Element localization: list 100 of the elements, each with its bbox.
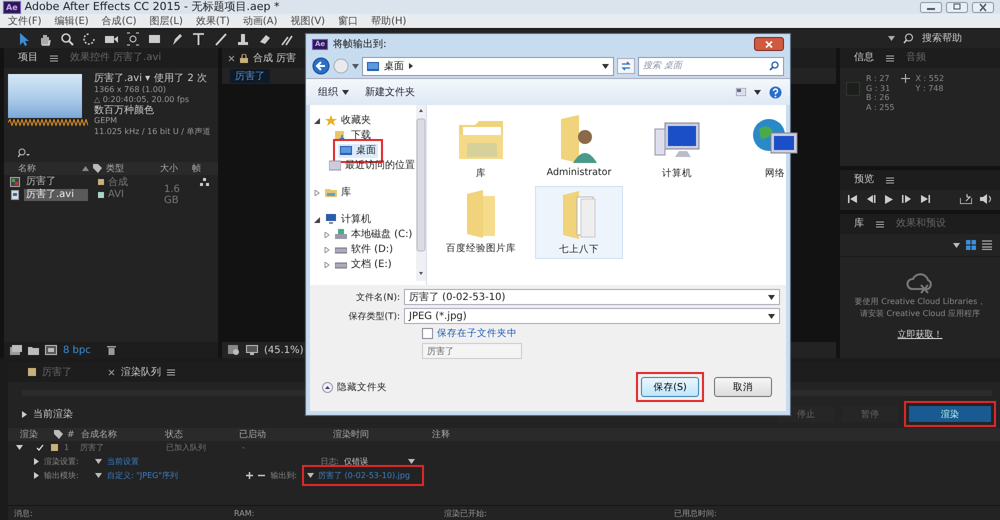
last-frame-icon[interactable] <box>920 195 930 203</box>
panel-menu-icon[interactable] <box>886 176 894 184</box>
pan-behind-icon[interactable] <box>126 32 140 46</box>
label-tag-icon[interactable] <box>54 430 63 439</box>
add-icon[interactable] <box>246 472 254 478</box>
lock-icon[interactable] <box>240 54 248 62</box>
output-module-link[interactable]: 自定义: "JPEG"序列 <box>107 470 178 480</box>
hide-folders-button[interactable]: 隐藏文件夹 <box>322 380 387 394</box>
file-item[interactable]: 库 <box>437 111 525 182</box>
navigation-item[interactable]: 收藏夹 <box>323 114 373 128</box>
toolbar-button[interactable]: 新建文件夹 <box>361 83 419 101</box>
close-icon[interactable] <box>972 2 994 12</box>
scrollbar-drawing[interactable] <box>416 105 426 281</box>
minimize-icon[interactable] <box>920 2 942 12</box>
grid-view-icon[interactable] <box>966 240 976 250</box>
list-view-icon[interactable] <box>982 240 992 250</box>
navigation-item[interactable]: 计算机 <box>323 212 373 226</box>
panel-menu-icon[interactable] <box>50 54 58 62</box>
caret-icon[interactable] <box>768 294 775 300</box>
brush-icon[interactable] <box>214 32 228 46</box>
output-path-link[interactable]: 厉害了 (0-02-53-10).jpg <box>307 470 419 480</box>
new-composition-icon[interactable] <box>45 345 57 355</box>
caret-icon[interactable] <box>95 472 102 478</box>
export-icon[interactable] <box>960 194 972 204</box>
navigation-item[interactable]: 文档 (E:) <box>333 258 394 272</box>
close-icon[interactable] <box>228 54 235 62</box>
column-header[interactable]: 帧 <box>192 162 201 175</box>
folder-icon[interactable] <box>28 346 39 354</box>
checkbox-label[interactable]: 保存在子文件夹中 <box>437 327 517 340</box>
file-item[interactable]: 七上八下 <box>535 186 623 259</box>
menu-item[interactable]: 文件(F) <box>8 14 42 28</box>
refresh-icon[interactable] <box>617 58 635 74</box>
project-item[interactable]: 厉害了 <box>24 176 88 188</box>
help-icon[interactable] <box>769 86 782 98</box>
expander-icon[interactable] <box>314 118 320 124</box>
caret-icon[interactable] <box>768 314 775 318</box>
panel-tab[interactable]: 信息 <box>850 48 878 68</box>
file-type-dropdown[interactable]: JPEG (*.jpg) <box>404 308 780 324</box>
file-item[interactable]: 计算机 <box>633 111 721 182</box>
navigation-item[interactable]: 最近访问的位置 <box>327 158 416 172</box>
sort-icon[interactable] <box>82 166 89 171</box>
log-dropdown[interactable]: 仅错误 <box>344 456 424 466</box>
panel-menu-icon[interactable] <box>886 54 894 62</box>
render-checkbox[interactable] <box>35 442 45 452</box>
file-item[interactable]: Administrator <box>535 111 623 182</box>
pen-icon[interactable] <box>170 32 184 46</box>
menu-item[interactable]: 编辑(E) <box>54 14 89 28</box>
render-control-button[interactable]: 渲染 <box>909 406 991 422</box>
column-header[interactable]: 已启动 <box>239 428 329 441</box>
cancel-button[interactable]: 取消 <box>714 377 772 397</box>
bit-depth-link[interactable]: 8 bpc <box>63 344 91 356</box>
back-button-icon[interactable] <box>312 57 330 75</box>
caret-icon[interactable] <box>307 472 314 478</box>
caret-icon[interactable] <box>95 458 102 464</box>
file-name-field[interactable]: 厉害了 (0-02-53-10) <box>404 289 780 305</box>
checkbox[interactable] <box>422 328 433 339</box>
navigation-item[interactable]: 软件 (D:) <box>333 242 396 256</box>
menu-item[interactable]: 图层(L) <box>149 14 183 28</box>
stamp-icon[interactable] <box>236 32 250 46</box>
search-field[interactable]: 搜索帮助 <box>922 33 992 44</box>
interpret-footage-icon[interactable] <box>10 345 22 355</box>
menu-item[interactable]: 动画(A) <box>242 14 278 28</box>
file-item[interactable]: 网络 <box>731 111 819 182</box>
search-icon[interactable] <box>18 148 30 158</box>
caret-icon[interactable] <box>342 90 349 94</box>
composition-breadcrumb[interactable]: 厉害了 <box>230 69 270 83</box>
save-button[interactable]: 保存(S) <box>641 377 699 397</box>
panel-tab[interactable]: 渲染队列 <box>121 365 161 379</box>
chevron-icon[interactable] <box>409 63 413 69</box>
menu-item[interactable]: 合成(C) <box>102 14 136 28</box>
panel-tab[interactable]: 库 <box>850 214 868 234</box>
text-icon[interactable] <box>192 32 206 46</box>
previous-frame-icon[interactable] <box>866 195 876 203</box>
column-header[interactable]: 状态 <box>165 428 235 441</box>
monitor-icon[interactable] <box>246 344 258 356</box>
menu-item[interactable]: 窗口 <box>338 14 358 28</box>
render-settings-link[interactable]: 当前设置 <box>107 456 139 466</box>
file-item[interactable]: 百度经验图片库 <box>437 186 525 259</box>
caret-icon[interactable] <box>602 64 609 68</box>
label-tag-icon[interactable] <box>93 164 102 173</box>
column-header[interactable]: 名称 <box>18 162 78 175</box>
navigation-item[interactable]: 下载 <box>333 128 373 142</box>
zoom-level[interactable]: (45.1%) <box>264 344 304 356</box>
column-header[interactable]: # <box>67 430 77 440</box>
rotate-icon[interactable] <box>82 32 96 46</box>
menu-item[interactable]: 帮助(H) <box>371 14 406 28</box>
column-header[interactable]: 合成名称 <box>81 428 161 441</box>
column-header[interactable]: 渲染时间 <box>333 428 428 441</box>
navigation-item[interactable]: 桌面 <box>338 144 378 158</box>
close-button[interactable] <box>754 37 784 51</box>
zoom-icon[interactable] <box>60 32 74 46</box>
expander-icon[interactable] <box>314 216 320 222</box>
navigation-item[interactable]: 库 <box>323 186 353 200</box>
first-frame-icon[interactable] <box>848 195 858 203</box>
column-header[interactable]: 渲染 <box>20 428 50 441</box>
caret-icon[interactable] <box>408 458 415 464</box>
panel-tab[interactable]: 项目 <box>14 48 42 68</box>
trash-icon[interactable] <box>106 345 116 355</box>
next-frame-icon[interactable] <box>902 195 912 203</box>
address-field[interactable]: 桌面 <box>362 56 614 76</box>
